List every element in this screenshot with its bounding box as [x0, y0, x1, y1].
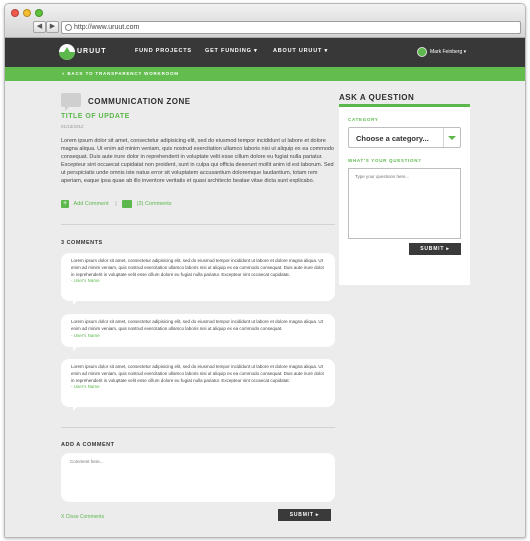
comment-text: Lorem ipsum dolor sit amet, consectetur … [71, 319, 323, 331]
category-label: CATEGORY [348, 117, 379, 122]
comment-input[interactable] [61, 453, 335, 502]
update-date: 01/13/2012 [61, 124, 84, 129]
comment-bubble: Lorem ipsum dolor sit amet, consectetur … [61, 359, 335, 411]
update-actions: + Add Comment | (3) Comments [61, 200, 172, 210]
question-input[interactable] [348, 168, 461, 239]
browser-titlebar: ◀ ▶ http://www.uruut.com [5, 4, 525, 38]
comment-bubble: Lorem ipsum dolor sit amet, consectetur … [61, 314, 335, 351]
subnav-bar: « BACK TO TRANSPARENCY WORKROOM [5, 67, 525, 81]
page-content: COMMUNICATION ZONE TITLE OF UPDATE 01/13… [5, 81, 525, 537]
add-comment-heading: ADD A COMMENT [61, 442, 115, 448]
submit-question-button[interactable]: SUBMIT ▸ [409, 243, 461, 255]
update-body: Lorem ipsum dolor sit amet, consectetur … [61, 138, 334, 184]
page-title: COMMUNICATION ZONE [88, 97, 191, 106]
question-label: WHAT'S YOUR QUESTION? [348, 158, 422, 163]
speech-bubble-icon [61, 93, 81, 111]
action-separator: | [115, 201, 117, 207]
comment-author[interactable]: - User's Name [71, 333, 100, 338]
avatar[interactable] [417, 47, 427, 57]
close-window-icon[interactable] [11, 9, 19, 17]
comments-heading: 3 COMMENTS [61, 240, 103, 246]
comment-author[interactable]: - User's Name [71, 384, 100, 389]
comment-text: Lorem ipsum dolor sit amet, consectetur … [71, 258, 325, 277]
maximize-window-icon[interactable] [35, 9, 43, 17]
chat-icon[interactable] [122, 200, 133, 208]
comments-count-link[interactable]: (3) Comments [137, 201, 172, 207]
update-title: TITLE OF UPDATE [61, 113, 130, 120]
address-url: http://www.uruut.com [74, 24, 140, 31]
nav-fund-projects[interactable]: FUND PROJECTS [135, 48, 192, 54]
plus-icon[interactable]: + [61, 200, 69, 208]
back-to-workroom-link[interactable]: « BACK TO TRANSPARENCY WORKROOM [62, 71, 179, 76]
close-comments-link[interactable]: X Close Comments [61, 514, 104, 520]
divider [61, 224, 335, 225]
nav-get-funding[interactable]: GET FUNDING ▾ [205, 48, 258, 54]
address-bar[interactable]: http://www.uruut.com [61, 21, 521, 34]
browser-window: ◀ ▶ http://www.uruut.com URUUT FUND PROJ… [4, 3, 526, 538]
submit-comment-button[interactable]: SUBMIT ▸ [278, 509, 331, 521]
forward-button[interactable]: ▶ [46, 21, 59, 33]
ask-question-title: ASK A QUESTION [339, 93, 415, 102]
chevron-down-icon[interactable] [443, 128, 460, 147]
minimize-window-icon[interactable] [23, 9, 31, 17]
comment-text: Lorem ipsum dolor sit amet, consectetur … [71, 364, 325, 383]
back-button[interactable]: ◀ [33, 21, 46, 33]
divider [61, 427, 335, 428]
category-select-value: Choose a category... [356, 134, 429, 143]
add-comment-link[interactable]: Add Comment [74, 201, 109, 207]
logo-icon[interactable] [59, 44, 75, 60]
category-select[interactable]: Choose a category... [348, 127, 461, 148]
logo-text[interactable]: URUUT [77, 48, 107, 55]
comment-bubble: Lorem ipsum dolor sit amet, consectetur … [61, 253, 335, 305]
comment-author[interactable]: - User's Name [71, 278, 100, 283]
globe-icon [65, 24, 72, 31]
site-header: URUUT FUND PROJECTS GET FUNDING ▾ ABOUT … [5, 38, 525, 67]
user-menu[interactable]: Mark Feinberg ▾ [430, 49, 466, 55]
nav-about-uruut[interactable]: ABOUT URUUT ▾ [273, 48, 328, 54]
